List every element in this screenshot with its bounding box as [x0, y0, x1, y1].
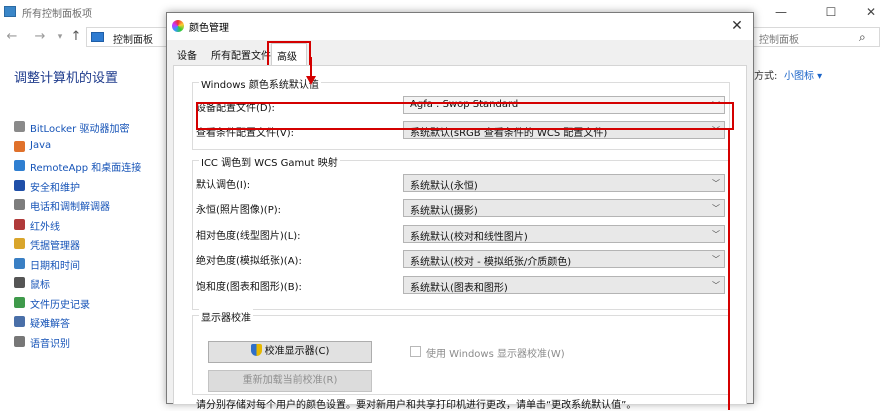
group-title: Windows 颜色系统默认值 [199, 76, 321, 91]
list-item-label: 红外线 [30, 221, 60, 233]
chevron-down-icon: ﹀ [712, 255, 720, 264]
color-wheel-icon [172, 20, 184, 32]
tab-all-profiles[interactable]: 所有配置文件 [211, 47, 271, 65]
select-value: 系统默认(校对和线性图片) [410, 232, 528, 243]
list-item-label: 日期和时间 [30, 260, 80, 272]
relative-colorimetric-label: 相对色度(线型图片)(L): [196, 231, 301, 242]
up-arrow-icon[interactable]: ↑ [68, 29, 84, 45]
perceptual-select[interactable]: 系统默认(摄影) ﹀ [403, 199, 725, 217]
select-value: 系统默认(永恒) [410, 181, 478, 192]
absolute-colorimetric-select[interactable]: 系统默认(校对 - 模拟纸张/介质颜色) ﹀ [403, 250, 725, 268]
control-panel-icon [91, 32, 104, 42]
chevron-down-icon: ﹀ [712, 204, 720, 213]
list-item-label: 凭据管理器 [30, 241, 80, 252]
list-item[interactable]: 鼠标 [14, 274, 164, 292]
chevron-down-icon: ﹀ [712, 179, 720, 188]
list-item-label: 语音识别 [30, 338, 70, 350]
view-by-label: 方式: [754, 71, 778, 82]
list-item[interactable]: BitLocker 驱动器加密 [14, 118, 164, 136]
search-icon[interactable]: ⌕ [859, 30, 866, 45]
list-item[interactable]: 凭据管理器 [14, 235, 164, 253]
close-icon[interactable]: ✕ [725, 16, 749, 36]
relative-colorimetric-select[interactable]: 系统默认(校对和线性图片) ﹀ [403, 225, 725, 243]
color-management-dialog: 颜色管理 ✕ 设备 所有配置文件 高级 Windows 颜色系统默认值 设备配置… [166, 12, 754, 411]
checkbox-label[interactable]: 使用 Windows 显示器校准(W) [426, 345, 565, 360]
shield-icon [250, 344, 262, 356]
control-panel-icon [4, 6, 16, 17]
list-item[interactable]: 安全和维护 [14, 177, 164, 195]
list-item-label: 文件历史记录 [30, 299, 90, 311]
saturation-label: 饱和度(图表和图形)(B): [196, 282, 302, 293]
dialog-title: 颜色管理 [189, 23, 229, 34]
mouse-icon [14, 277, 25, 288]
list-item-label: 鼠标 [30, 280, 50, 291]
list-item-label: Java [30, 139, 52, 151]
list-item[interactable]: 疑难解答 [14, 313, 164, 331]
dialog-titlebar: 颜色管理 ✕ [167, 13, 753, 40]
list-item[interactable]: Java [14, 138, 164, 156]
search-placeholder: 控制面板 [759, 35, 799, 46]
highlight-line [728, 130, 730, 410]
list-item[interactable]: 日期和时间 [14, 255, 164, 273]
tab-devices[interactable]: 设备 [177, 47, 197, 65]
button-label: 校准显示器(C) [264, 346, 330, 357]
remoteapp-icon [14, 160, 25, 171]
select-value: 系统默认(图表和图形) [410, 283, 508, 294]
button-label: 重新加载当前校准(R) [242, 375, 338, 386]
reload-calibration-button[interactable]: 重新加载当前校准(R) [208, 370, 372, 392]
maximize-button[interactable]: ☐ [818, 3, 844, 21]
credential-icon [14, 238, 25, 249]
chevron-down-icon: ﹀ [712, 230, 720, 239]
absolute-colorimetric-label: 绝对色度(模拟纸张)(A): [196, 256, 302, 267]
tab-bar: 设备 所有配置文件 高级 [167, 41, 753, 67]
list-item-label: BitLocker 驱动器加密 [30, 124, 130, 135]
list-item-label: 安全和维护 [30, 182, 80, 194]
group-title: 显示器校准 [199, 309, 253, 324]
saturation-select[interactable]: 系统默认(图表和图形) ﹀ [403, 276, 725, 294]
default-rendering-select[interactable]: 系统默认(永恒) ﹀ [403, 174, 725, 192]
chevron-down-icon[interactable]: ▾ [52, 29, 68, 45]
window-title: 所有控制面板项 [22, 9, 92, 20]
infrared-icon [14, 218, 25, 230]
clock-icon [14, 257, 25, 269]
phone-icon [14, 199, 25, 210]
back-arrow-icon[interactable]: ← [4, 29, 20, 45]
bitlocker-icon [14, 121, 25, 132]
breadcrumb[interactable]: 控制面板 [113, 31, 153, 46]
flag-icon [14, 179, 25, 191]
view-by-dropdown[interactable]: 小图标 ▾ [784, 67, 822, 82]
microphone-icon [14, 335, 25, 347]
list-item[interactable]: 文件历史记录 [14, 294, 164, 312]
select-value: 系统默认(校对 - 模拟纸张/介质颜色) [410, 257, 572, 268]
calibrate-display-button[interactable]: 校准显示器(C) [208, 341, 372, 363]
advanced-tab-panel: Windows 颜色系统默认值 设备配置文件(D): Agfa : Swop S… [173, 65, 747, 411]
footer-note: 请分别存储对每个用户的颜色设置。要对新用户和共享打印机进行更改，请单击“更改系统… [196, 400, 637, 411]
annotation-arrow-head [306, 76, 316, 85]
select-value: 系统默认(摄影) [410, 206, 478, 217]
close-icon[interactable]: ✕ [858, 3, 884, 21]
list-item[interactable]: 语音识别 [14, 333, 164, 351]
chevron-down-icon: ﹀ [712, 281, 720, 290]
list-item[interactable]: RemoteApp 和桌面连接 [14, 157, 164, 175]
page-title: 调整计算机的设置 [14, 71, 119, 86]
troubleshoot-icon [14, 316, 25, 327]
minimize-button[interactable]: — [768, 3, 794, 21]
default-rendering-label: 默认调色(I): [196, 180, 251, 191]
list-item-label: 疑难解答 [30, 319, 70, 330]
list-item[interactable]: 电话和调制解调器 [14, 196, 164, 214]
list-item-label: RemoteApp 和桌面连接 [30, 163, 142, 174]
list-item[interactable]: 红外线 [14, 216, 164, 234]
list-item-label: 电话和调制解调器 [30, 202, 110, 213]
address-bar[interactable]: 控制面板 [86, 27, 166, 47]
perceptual-label: 永恒(照片图像)(P): [196, 205, 282, 216]
forward-arrow-icon[interactable]: → [32, 29, 48, 45]
group-title: ICC 调色到 WCS Gamut 映射 [199, 154, 340, 169]
file-history-icon [14, 296, 25, 308]
windows-calibration-checkbox[interactable] [410, 346, 421, 357]
java-icon [14, 140, 25, 152]
tab-highlight-box [267, 41, 311, 67]
device-profile-highlight-box [196, 102, 734, 130]
search-input[interactable]: 控制面板 ⌕ [746, 27, 880, 47]
